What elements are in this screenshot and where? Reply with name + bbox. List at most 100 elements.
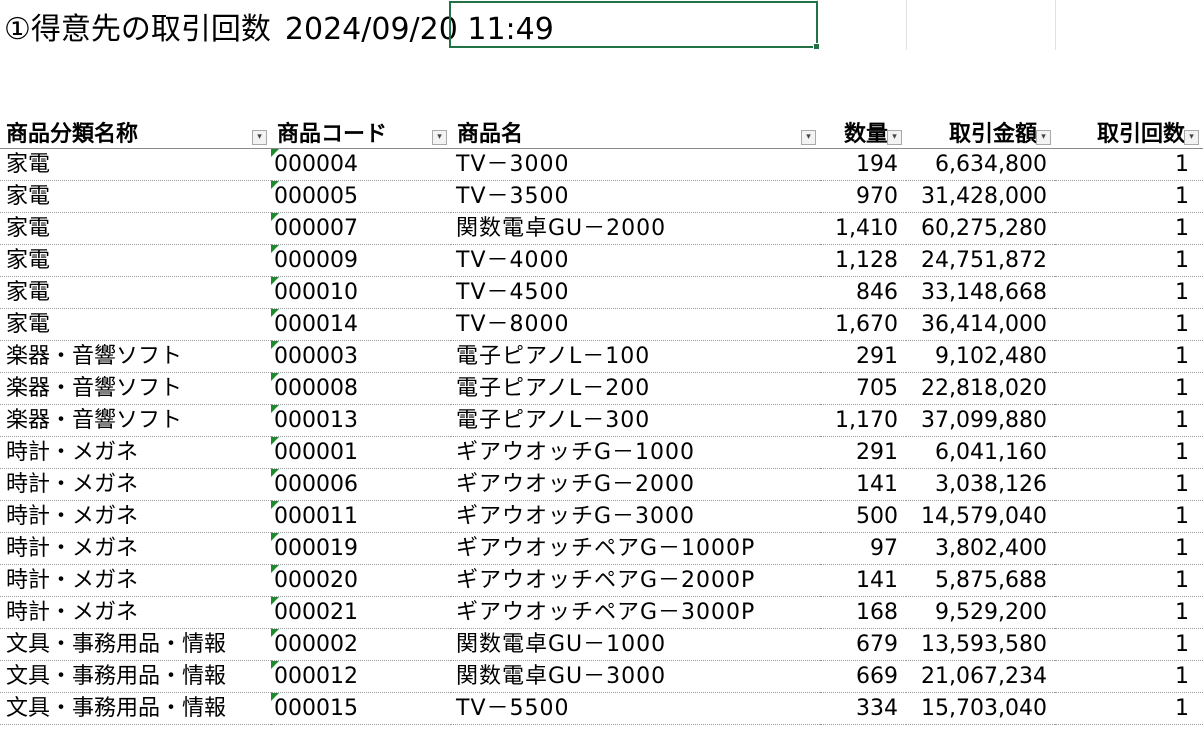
cell-count[interactable]: 1 (1055, 212, 1203, 245)
cell-quantity[interactable]: 1,170 (820, 404, 906, 437)
cell-code[interactable]: 000004 (271, 148, 451, 181)
header-count[interactable]: 取引回数 ▾ (1055, 114, 1203, 149)
cell-category[interactable]: 家電 (0, 308, 271, 341)
cell-category[interactable]: 時計・メガネ (0, 564, 271, 597)
cell-product-name[interactable]: 関数電卓GU－2000 (451, 212, 820, 245)
header-code[interactable]: 商品コード ▾ (271, 114, 451, 149)
cell-count[interactable]: 1 (1055, 340, 1203, 373)
cell-amount[interactable]: 37,099,880 (906, 404, 1055, 437)
filter-dropdown-icon[interactable]: ▾ (801, 129, 816, 145)
cell-quantity[interactable]: 705 (820, 372, 906, 405)
cell-product-name[interactable]: TV－3500 (451, 180, 820, 213)
cell-category[interactable]: 文具・事務用品・情報 (0, 628, 271, 661)
cell-quantity[interactable]: 194 (820, 148, 906, 181)
cell-category[interactable]: 文具・事務用品・情報 (0, 660, 271, 693)
cell-product-name[interactable]: 電子ピアノL－300 (451, 404, 820, 437)
cell-product-name[interactable]: ギアウオッチG－3000 (451, 500, 820, 533)
cell-count[interactable]: 1 (1055, 244, 1203, 277)
cell-quantity[interactable]: 970 (820, 180, 906, 213)
cell-product-name[interactable]: TV－3000 (451, 148, 820, 181)
cell-quantity[interactable]: 679 (820, 628, 906, 661)
cell-quantity[interactable]: 141 (820, 564, 906, 597)
fill-handle[interactable] (813, 43, 820, 50)
cell-product-name[interactable]: 関数電卓GU－1000 (451, 628, 820, 661)
cell-quantity[interactable]: 97 (820, 532, 906, 565)
cell-product-name[interactable]: TV－4000 (451, 244, 820, 277)
cell-count[interactable]: 1 (1055, 276, 1203, 309)
cell-amount[interactable]: 15,703,040 (906, 692, 1055, 725)
cell-amount[interactable]: 9,102,480 (906, 340, 1055, 373)
cell-amount[interactable]: 60,275,280 (906, 212, 1055, 245)
cell-category[interactable]: 文具・事務用品・情報 (0, 692, 271, 725)
cell-amount[interactable]: 21,067,234 (906, 660, 1055, 693)
cell-code[interactable]: 000019 (271, 532, 451, 565)
cell-count[interactable]: 1 (1055, 532, 1203, 565)
cell-count[interactable]: 1 (1055, 660, 1203, 693)
cell-product-name[interactable]: ギアウオッチG－2000 (451, 468, 820, 501)
cell-category[interactable]: 時計・メガネ (0, 532, 271, 565)
cell-quantity[interactable]: 334 (820, 692, 906, 725)
cell-code[interactable]: 000011 (271, 500, 451, 533)
cell-code[interactable]: 000012 (271, 660, 451, 693)
cell-code[interactable]: 000015 (271, 692, 451, 725)
cell-count[interactable]: 1 (1055, 564, 1203, 597)
cell-code[interactable]: 000013 (271, 404, 451, 437)
cell-product-name[interactable]: 電子ピアノL－100 (451, 340, 820, 373)
cell-count[interactable]: 1 (1055, 628, 1203, 661)
cell-code[interactable]: 000005 (271, 180, 451, 213)
cell-count[interactable]: 1 (1055, 372, 1203, 405)
cell-category[interactable]: 家電 (0, 180, 271, 213)
cell-category[interactable]: 楽器・音響ソフト (0, 340, 271, 373)
active-cell-selection[interactable] (449, 1, 820, 50)
cell-product-name[interactable]: TV－5500 (451, 692, 820, 725)
cell-category[interactable]: 楽器・音響ソフト (0, 404, 271, 437)
cell-code[interactable]: 000021 (271, 596, 451, 629)
cell-code[interactable]: 000007 (271, 212, 451, 245)
cell-count[interactable]: 1 (1055, 468, 1203, 501)
cell-code[interactable]: 000020 (271, 564, 451, 597)
cell-count[interactable]: 1 (1055, 308, 1203, 341)
header-quantity[interactable]: 数量 ▾ (820, 114, 906, 149)
filter-dropdown-icon[interactable]: ▾ (252, 129, 267, 145)
cell-count[interactable]: 1 (1055, 404, 1203, 437)
cell-category[interactable]: 家電 (0, 212, 271, 245)
filter-dropdown-icon[interactable]: ▾ (1184, 129, 1199, 145)
cell-code[interactable]: 000010 (271, 276, 451, 309)
cell-quantity[interactable]: 1,128 (820, 244, 906, 277)
cell-quantity[interactable]: 1,410 (820, 212, 906, 245)
cell-count[interactable]: 1 (1055, 148, 1203, 181)
cell-quantity[interactable]: 846 (820, 276, 906, 309)
cell-quantity[interactable]: 168 (820, 596, 906, 629)
cell-quantity[interactable]: 141 (820, 468, 906, 501)
cell-code[interactable]: 000006 (271, 468, 451, 501)
cell-product-name[interactable]: ギアウオッチペアG－3000P (451, 596, 820, 629)
filter-dropdown-icon[interactable]: ▾ (1036, 129, 1051, 145)
cell-amount[interactable]: 14,579,040 (906, 500, 1055, 533)
filter-dropdown-icon[interactable]: ▾ (432, 129, 447, 145)
cell-amount[interactable]: 3,038,126 (906, 468, 1055, 501)
cell-count[interactable]: 1 (1055, 596, 1203, 629)
header-amount[interactable]: 取引金額 ▾ (906, 114, 1055, 149)
cell-category[interactable]: 家電 (0, 244, 271, 277)
cell-count[interactable]: 1 (1055, 436, 1203, 469)
cell-code[interactable]: 000009 (271, 244, 451, 277)
cell-product-name[interactable]: 関数電卓GU－3000 (451, 660, 820, 693)
cell-category[interactable]: 時計・メガネ (0, 596, 271, 629)
cell-amount[interactable]: 9,529,200 (906, 596, 1055, 629)
filter-dropdown-icon[interactable]: ▾ (887, 129, 902, 145)
cell-amount[interactable]: 33,148,668 (906, 276, 1055, 309)
cell-code[interactable]: 000003 (271, 340, 451, 373)
cell-category[interactable]: 時計・メガネ (0, 436, 271, 469)
cell-category[interactable]: 家電 (0, 276, 271, 309)
cell-code[interactable]: 000001 (271, 436, 451, 469)
cell-category[interactable]: 時計・メガネ (0, 500, 271, 533)
cell-product-name[interactable]: TV－4500 (451, 276, 820, 309)
cell-amount[interactable]: 6,634,800 (906, 148, 1055, 181)
cell-category[interactable]: 楽器・音響ソフト (0, 372, 271, 405)
cell-quantity[interactable]: 669 (820, 660, 906, 693)
cell-amount[interactable]: 36,414,000 (906, 308, 1055, 341)
cell-count[interactable]: 1 (1055, 692, 1203, 725)
cell-product-name[interactable]: ギアウオッチペアG－2000P (451, 564, 820, 597)
cell-product-name[interactable]: ギアウオッチペアG－1000P (451, 532, 820, 565)
cell-code[interactable]: 000002 (271, 628, 451, 661)
